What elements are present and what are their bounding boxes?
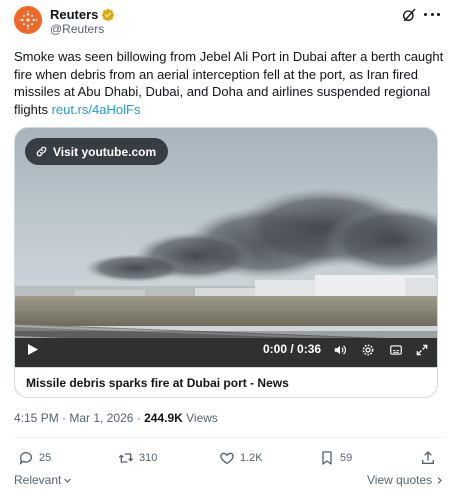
tweet-date[interactable]: Mar 1, 2026 — [69, 411, 133, 425]
relevant-sort-dropdown[interactable]: Relevant — [14, 473, 72, 487]
views-label: Views — [182, 411, 218, 425]
reuters-logo-icon — [18, 10, 38, 30]
chevron-down-icon — [64, 478, 72, 483]
view-quotes-link[interactable]: View quotes — [367, 473, 444, 487]
fullscreen-icon[interactable] — [415, 343, 429, 357]
media-card[interactable]: Visit youtube.com 0:00 / 0:36 Missile de… — [14, 127, 438, 398]
avatar[interactable] — [14, 6, 42, 34]
grok-icon[interactable] — [401, 7, 417, 23]
chevron-right-icon — [437, 476, 443, 484]
tweet-meta: 4:15 PM · Mar 1, 2026 · 244.9K Views — [14, 411, 218, 425]
volume-icon[interactable] — [333, 343, 347, 357]
share-button[interactable] — [420, 450, 436, 471]
video-time: 0:00 / 0:36 — [263, 342, 322, 356]
divider — [14, 437, 446, 438]
bookmark-button[interactable]: 59 — [319, 450, 352, 466]
views-count: 244.9K — [144, 411, 183, 425]
relevant-label: Relevant — [14, 473, 62, 487]
meta-separator-2: · — [133, 411, 145, 425]
tweet-post: Reuters @Reuters Smoke was seen billowin… — [0, 0, 466, 498]
tweet-link[interactable]: reut.rs/4aHolFs — [52, 102, 141, 117]
view-quotes-label: View quotes — [367, 473, 433, 487]
link-icon — [36, 146, 47, 157]
captions-icon[interactable] — [389, 343, 403, 357]
author-handle[interactable]: @Reuters — [50, 22, 104, 36]
card-title[interactable]: Missile debris sparks fire at Dubai port… — [15, 367, 437, 397]
repost-icon — [118, 453, 134, 463]
bookmark-icon — [322, 451, 332, 465]
reply-button[interactable]: 25 — [18, 450, 51, 466]
author-name-row[interactable]: Reuters — [50, 7, 115, 22]
tweet-text: Smoke was seen billowing from Jebel Ali … — [14, 48, 446, 118]
like-button[interactable]: 1.2K — [219, 450, 263, 466]
verified-badge-icon — [102, 8, 115, 21]
repost-count: 310 — [139, 452, 158, 464]
more-options-icon[interactable] — [424, 6, 440, 22]
reply-count: 25 — [39, 452, 52, 464]
play-icon[interactable] — [27, 343, 39, 356]
heart-icon — [220, 452, 234, 465]
like-count: 1.2K — [240, 452, 263, 464]
bookmark-count: 59 — [340, 452, 353, 464]
author-name[interactable]: Reuters — [50, 7, 98, 22]
visit-label: Visit youtube.com — [53, 144, 157, 159]
video-controls: 0:00 / 0:36 — [15, 331, 437, 367]
visit-youtube-button[interactable]: Visit youtube.com — [25, 138, 169, 165]
repost-button[interactable]: 310 — [118, 450, 157, 466]
settings-gear-icon[interactable] — [361, 343, 375, 357]
video-player[interactable]: Visit youtube.com 0:00 / 0:36 — [15, 128, 437, 367]
reply-icon — [19, 452, 32, 465]
share-icon — [422, 451, 434, 464]
tweet-time[interactable]: 4:15 PM — [14, 411, 59, 425]
meta-separator: · — [58, 411, 70, 425]
